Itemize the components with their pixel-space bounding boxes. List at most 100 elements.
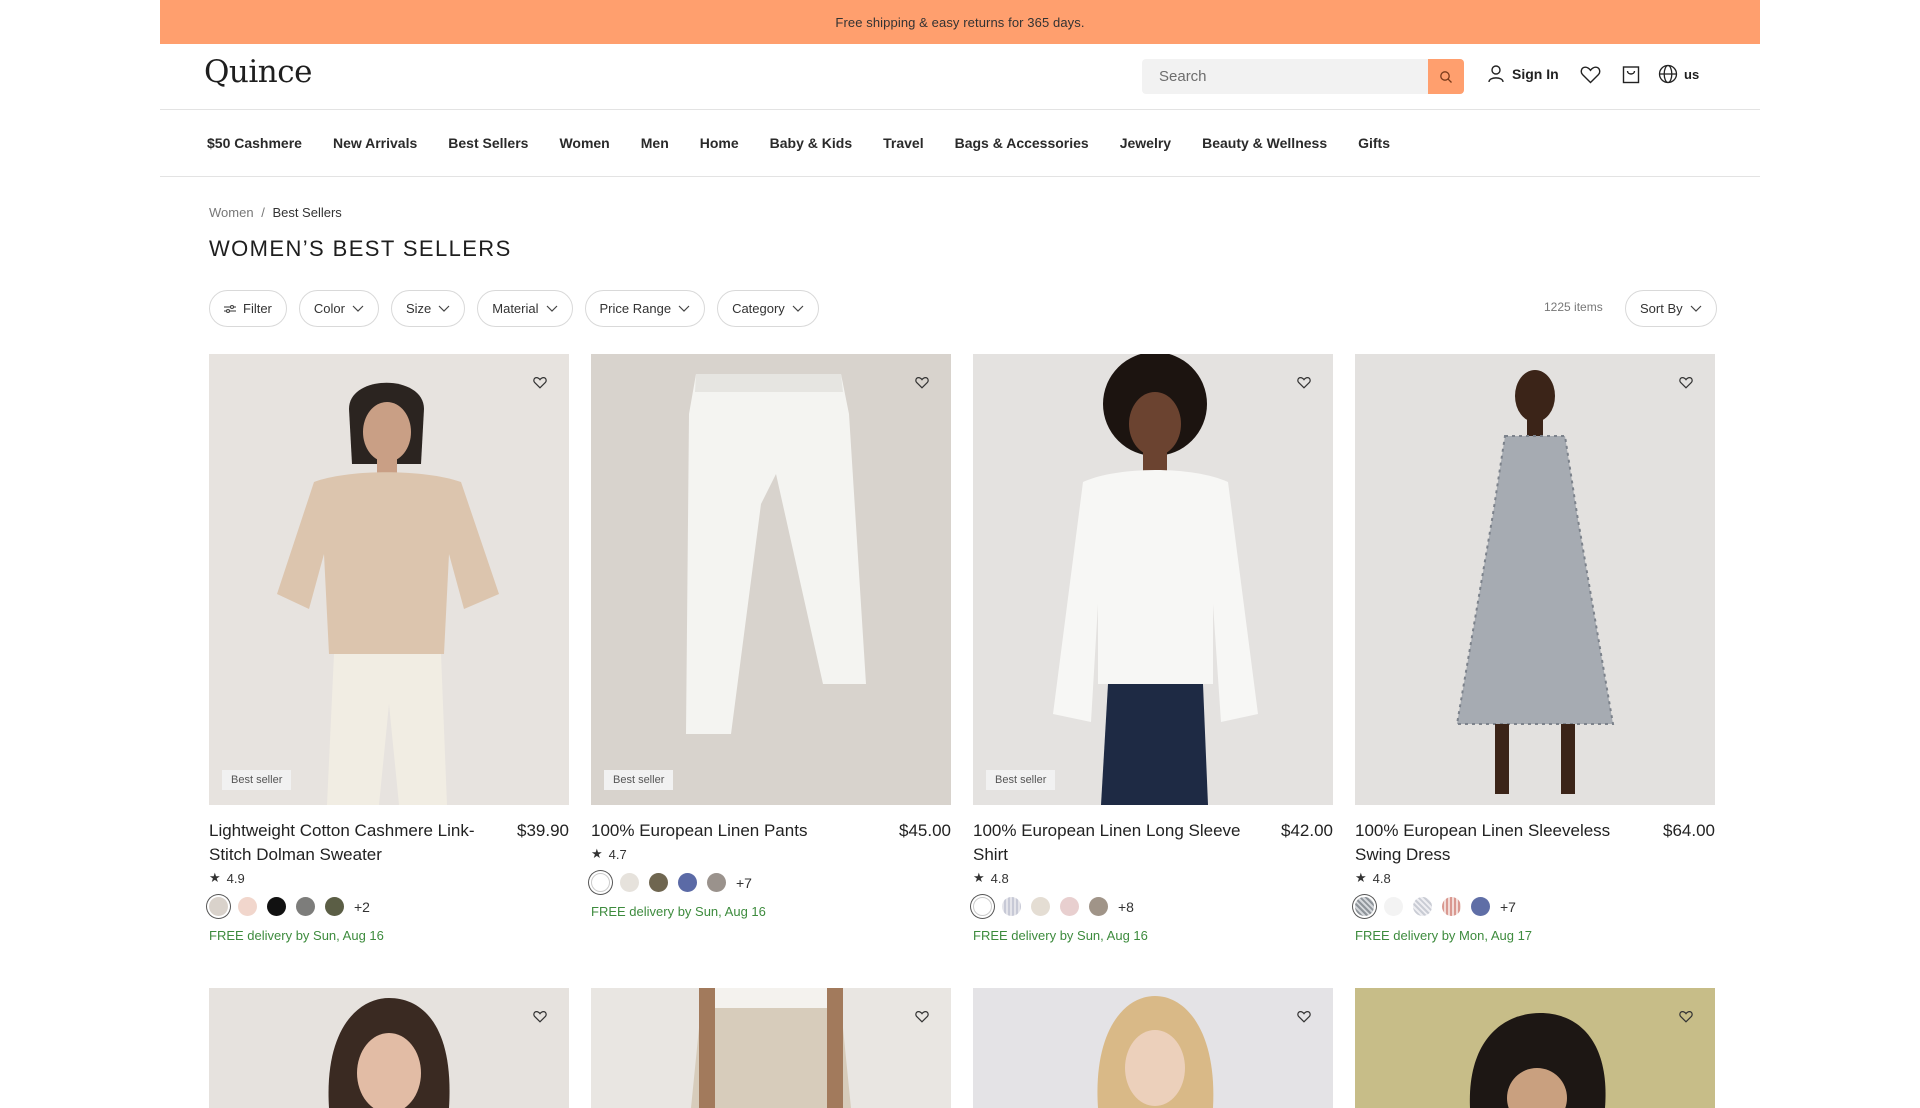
nav-item-jewelry[interactable]: Jewelry [1120,135,1171,151]
product-name[interactable]: 100% European Linen Pants [591,819,881,843]
delivery-estimate: FREE delivery by Sun, Aug 16 [973,928,1148,943]
nav-item-50-cashmere[interactable]: $50 Cashmere [207,135,302,151]
locale-label: us [1684,66,1700,82]
search-input[interactable] [1142,59,1422,94]
color-swatch[interactable] [1089,897,1108,916]
color-swatch[interactable] [1060,897,1079,916]
product-image[interactable]: Best seller [973,354,1333,805]
best-seller-badge: Best seller [604,770,674,790]
product-price: $42.00 [1281,821,1333,840]
user-icon [1488,65,1504,83]
sign-in-link[interactable]: Sign In [1487,64,1559,83]
color-swatch[interactable] [209,897,228,916]
favorite-button[interactable] [1297,1010,1311,1028]
delivery-estimate: FREE delivery by Sun, Aug 16 [209,928,384,943]
color-swatch[interactable] [973,897,992,916]
more-colors-link[interactable]: +8 [1118,899,1134,915]
favorite-button[interactable] [1679,1010,1693,1028]
nav-item-travel[interactable]: Travel [883,135,923,151]
material-filter-dropdown[interactable]: Material [477,290,573,327]
chevron-down-icon [438,305,450,312]
nav-item-beauty-wellness[interactable]: Beauty & Wellness [1202,135,1327,151]
color-swatch[interactable] [238,897,257,916]
favorite-button[interactable] [915,376,929,394]
product-card[interactable] [209,988,569,1108]
color-filter-dropdown[interactable]: Color [298,290,379,327]
page: Free shipping & easy returns for 365 day… [160,0,1760,1108]
product-rating: ★ 4.7 [591,846,951,862]
color-swatch[interactable] [1355,897,1374,916]
product-image[interactable] [1355,354,1715,805]
category-filter-dropdown[interactable]: Category [717,290,819,327]
color-swatch[interactable] [707,873,726,892]
price-range-filter-dropdown[interactable]: Price Range [584,290,706,327]
product-price: $39.90 [517,821,569,840]
color-swatch[interactable] [1442,897,1461,916]
product-price: $64.00 [1663,821,1715,840]
color-swatch[interactable] [325,897,344,916]
product-image[interactable]: Best seller [209,354,569,805]
nav-item-bags-accessories[interactable]: Bags & Accessories [955,135,1089,151]
product-rating: ★ 4.8 [973,870,1333,886]
nav-item-gifts[interactable]: Gifts [1358,135,1390,151]
color-swatches: +7 [591,873,951,892]
more-colors-link[interactable]: +2 [354,899,370,915]
color-swatch[interactable] [620,873,639,892]
nav-item-women[interactable]: Women [559,135,609,151]
product-photo-dress [1455,370,1615,794]
size-filter-dropdown[interactable]: Size [390,290,466,327]
nav-item-best-sellers[interactable]: Best Sellers [448,135,528,151]
nav-item-baby-kids[interactable]: Baby & Kids [770,135,852,151]
product-image[interactable] [209,988,569,1108]
product-image[interactable] [1355,988,1715,1108]
wishlist-button[interactable] [1580,65,1601,89]
cart-button[interactable] [1622,65,1640,89]
color-swatch[interactable] [1002,897,1021,916]
product-image[interactable]: Best seller [591,354,951,805]
product-card[interactable] [973,988,1333,1108]
color-swatch[interactable] [591,873,610,892]
color-swatch[interactable] [296,897,315,916]
color-swatch[interactable] [1384,897,1403,916]
more-colors-link[interactable]: +7 [1500,899,1516,915]
product-name[interactable]: 100% European Linen Sleeveless Swing Dre… [1355,819,1645,867]
favorite-button[interactable] [915,1010,929,1028]
product-card[interactable]: Best seller Lightweight Cotton Cashmere … [209,354,569,943]
product-card[interactable] [1355,988,1715,1108]
breadcrumb: Women / Best Sellers [209,205,342,220]
sort-dropdown[interactable]: Sort By [1625,290,1717,327]
product-image[interactable] [591,988,951,1108]
favorite-button[interactable] [1297,376,1311,394]
favorite-button[interactable] [533,1010,547,1028]
product-card[interactable]: Best seller 100% European Linen Long Sle… [973,354,1333,943]
color-swatches: +2 [209,897,569,916]
breadcrumb-women-link[interactable]: Women [209,205,254,220]
favorite-button[interactable] [533,376,547,394]
color-swatch[interactable] [1031,897,1050,916]
locale-selector[interactable]: us [1658,64,1699,84]
product-name[interactable]: 100% European Linen Long Sleeve Shirt [973,819,1263,867]
search-icon [1440,70,1452,83]
quince-logo[interactable]: Quince [204,54,312,90]
color-swatch[interactable] [649,873,668,892]
product-card[interactable] [591,988,951,1108]
announcement-text: Free shipping & easy returns for 365 day… [835,14,1085,30]
nav-item-new-arrivals[interactable]: New Arrivals [333,135,417,151]
search-button[interactable] [1428,59,1464,94]
delivery-estimate: FREE delivery by Sun, Aug 16 [591,904,766,919]
product-image[interactable] [973,988,1333,1108]
color-swatch[interactable] [1413,897,1432,916]
filter-button[interactable]: Filter [209,290,287,327]
product-card[interactable]: Best seller 100% European Linen Pants $4… [591,354,951,919]
nav-item-home[interactable]: Home [700,135,739,151]
color-swatch[interactable] [678,873,697,892]
product-card[interactable]: 100% European Linen Sleeveless Swing Dre… [1355,354,1715,943]
more-colors-link[interactable]: +7 [736,875,752,891]
color-swatches: +8 [973,897,1333,916]
nav-item-men[interactable]: Men [641,135,669,151]
product-price: $45.00 [899,821,951,840]
color-swatch[interactable] [1471,897,1490,916]
color-swatch[interactable] [267,897,286,916]
favorite-button[interactable] [1679,376,1693,394]
product-name[interactable]: Lightweight Cotton Cashmere Link-Stitch … [209,819,499,867]
